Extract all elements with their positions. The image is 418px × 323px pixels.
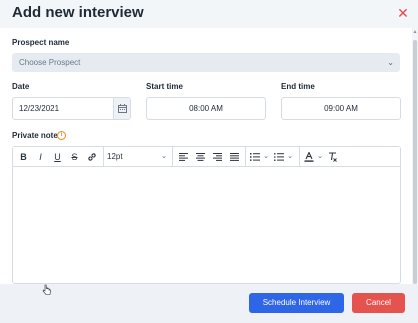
italic-button[interactable]: I: [34, 150, 47, 164]
toolbar-divider: [245, 147, 246, 166]
start-time-input[interactable]: 08:00 AM: [146, 97, 266, 120]
editor-toolbar: B I U S 12pt ⌄ ⌄ ⌄ ⌄: [13, 147, 400, 167]
chevron-down-icon[interactable]: ⌄: [286, 150, 294, 164]
underline-button[interactable]: U: [51, 150, 64, 164]
end-time-label: End time: [281, 82, 315, 91]
font-size-select[interactable]: 12pt ⌄: [107, 150, 167, 164]
font-size-value: 12pt: [107, 152, 123, 161]
date-label: Date: [12, 82, 30, 91]
date-input-value: 12/23/2021: [19, 104, 60, 113]
private-note-editor: B I U S 12pt ⌄ ⌄ ⌄ ⌄: [12, 146, 401, 284]
date-input[interactable]: 12/23/2021: [12, 97, 131, 120]
start-time-label: Start time: [146, 82, 183, 91]
prospect-select-value: Choose Prospect: [19, 58, 81, 67]
align-left-icon[interactable]: [177, 150, 190, 164]
toolbar-divider: [172, 147, 173, 166]
scroll-up-icon[interactable]: ▲: [412, 29, 418, 37]
mouse-cursor-icon: [42, 284, 51, 295]
chevron-down-icon: ⌄: [161, 153, 167, 160]
toolbar-divider: [299, 147, 300, 166]
prospect-name-label: Prospect name: [12, 38, 70, 47]
modal-title: Add new interview: [12, 4, 144, 21]
modal-header: Add new interview ✕: [0, 0, 418, 28]
chevron-down-icon[interactable]: ⌄: [316, 150, 324, 164]
end-time-input[interactable]: 09:00 AM: [281, 97, 401, 120]
clear-formatting-icon[interactable]: [327, 150, 339, 164]
info-icon[interactable]: i: [57, 131, 66, 140]
bullet-list-icon[interactable]: [273, 150, 285, 164]
chevron-down-icon[interactable]: ⌄: [262, 150, 270, 164]
close-icon[interactable]: ✕: [396, 6, 410, 20]
numbered-list-icon[interactable]: [249, 150, 261, 164]
scrollbar-thumb[interactable]: [413, 40, 417, 284]
note-content-area[interactable]: [13, 167, 400, 283]
bold-button[interactable]: B: [17, 150, 30, 164]
text-color-icon[interactable]: [303, 150, 315, 164]
prospect-select[interactable]: Choose Prospect ⌄: [12, 53, 400, 72]
chevron-down-icon: ⌄: [387, 58, 394, 67]
cancel-button[interactable]: Cancel: [352, 293, 405, 313]
align-right-icon[interactable]: [211, 150, 224, 164]
toolbar-divider: [103, 147, 104, 166]
private-note-label: Private note: [12, 131, 58, 140]
strikethrough-button[interactable]: S: [68, 150, 81, 164]
align-center-icon[interactable]: [194, 150, 207, 164]
add-interview-modal: Add new interview ✕ Prospect name Choose…: [0, 0, 418, 323]
link-icon[interactable]: [85, 150, 98, 164]
calendar-icon[interactable]: [113, 98, 130, 119]
schedule-interview-button[interactable]: Schedule Interview: [249, 293, 344, 313]
align-justify-icon[interactable]: [228, 150, 241, 164]
